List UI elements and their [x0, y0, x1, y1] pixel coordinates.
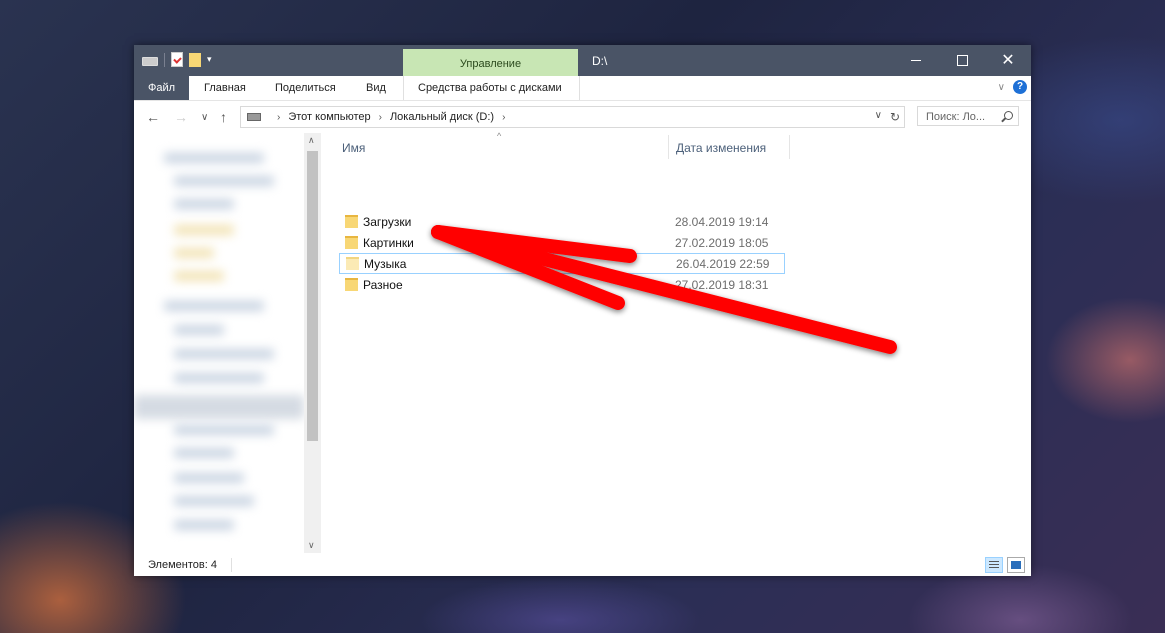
- file-name: Картинки: [363, 236, 414, 250]
- explorer-window: ▾ Управление D:\ ✕ Файл Главная Поделить…: [134, 45, 1031, 576]
- search-placeholder: Поиск: Ло...: [926, 111, 986, 123]
- breadcrumb-chevron-icon[interactable]: ›: [277, 112, 280, 123]
- maximize-button[interactable]: [939, 45, 985, 76]
- nav-item[interactable]: [174, 325, 224, 335]
- title-bar: ▾ Управление D:\ ✕: [134, 45, 1031, 76]
- view-switcher: [985, 557, 1025, 573]
- tab-file[interactable]: Файл: [134, 76, 189, 100]
- tab-share[interactable]: Поделиться: [261, 76, 350, 100]
- file-date: 27.02.2019 18:05: [675, 236, 769, 250]
- nav-item[interactable]: [174, 199, 234, 209]
- sort-ascending-icon: ^: [497, 131, 502, 141]
- nav-item[interactable]: [174, 448, 234, 458]
- properties-icon[interactable]: [171, 52, 183, 67]
- nav-item[interactable]: [174, 520, 234, 530]
- recent-locations-icon[interactable]: ∨: [201, 112, 208, 123]
- address-dropdown-icon[interactable]: ∨: [875, 110, 882, 121]
- scroll-down-icon[interactable]: ∨: [308, 540, 315, 551]
- file-date: 27.02.2019 18:31: [675, 278, 769, 292]
- file-name: Загрузки: [363, 215, 412, 229]
- help-icon[interactable]: ?: [1013, 80, 1027, 94]
- breadcrumb-chevron-icon[interactable]: ›: [502, 112, 505, 123]
- nav-item[interactable]: [174, 496, 254, 506]
- close-icon: ✕: [1001, 51, 1015, 69]
- file-row[interactable]: Разное 27.02.2019 18:31: [339, 275, 785, 295]
- nav-item[interactable]: [174, 176, 274, 186]
- nav-item[interactable]: [174, 473, 244, 483]
- nav-item-selected[interactable]: [134, 395, 304, 419]
- folder-icon: [346, 257, 359, 270]
- expand-ribbon-icon[interactable]: ∨: [998, 82, 1005, 93]
- nav-item[interactable]: [174, 248, 214, 258]
- nav-item[interactable]: [174, 425, 274, 435]
- breadcrumb-local-disk[interactable]: Локальный диск (D:): [390, 111, 494, 123]
- folder-icon: [345, 236, 358, 249]
- column-header-name[interactable]: Имя: [342, 141, 365, 155]
- file-name: Разное: [363, 278, 403, 292]
- file-date: 26.04.2019 22:59: [676, 257, 770, 271]
- refresh-icon: ↻: [889, 110, 901, 124]
- search-icon: [1004, 111, 1013, 120]
- column-divider[interactable]: [789, 135, 790, 159]
- folder-icon: [345, 278, 358, 291]
- close-button[interactable]: ✕: [985, 45, 1031, 76]
- nav-item[interactable]: [174, 349, 274, 359]
- item-count: Элементов: 4: [148, 559, 217, 571]
- scrollbar-thumb[interactable]: [307, 151, 318, 441]
- quick-access-toolbar: ▾: [142, 52, 212, 67]
- breadcrumb-this-pc[interactable]: Этот компьютер: [288, 111, 370, 123]
- maximize-icon: [956, 55, 968, 66]
- customize-qat-icon[interactable]: ▾: [207, 54, 212, 65]
- breadcrumb-chevron-icon[interactable]: ›: [379, 112, 382, 123]
- file-date: 28.04.2019 19:14: [675, 215, 769, 229]
- nav-item[interactable]: [164, 301, 264, 311]
- file-row[interactable]: Картинки 27.02.2019 18:05: [339, 233, 785, 253]
- status-bar: Элементов: 4: [134, 554, 1031, 576]
- file-name: Музыка: [364, 257, 407, 271]
- manage-context-tab[interactable]: Управление: [403, 49, 578, 76]
- minimize-button[interactable]: [893, 45, 939, 76]
- ribbon-controls: ∨ ?: [998, 80, 1027, 94]
- tab-home[interactable]: Главная: [190, 76, 260, 100]
- file-row[interactable]: Загрузки 28.04.2019 19:14: [339, 212, 785, 232]
- nav-item[interactable]: [164, 153, 264, 163]
- scroll-up-icon[interactable]: ∧: [308, 135, 315, 146]
- qat-divider: [164, 52, 165, 67]
- tab-drive-tools[interactable]: Средства работы с дисками: [403, 76, 580, 100]
- minimize-icon: [911, 60, 921, 61]
- navigation-bar: ← → ∨ ↑ › Этот компьютер › Локальный дис…: [134, 101, 1031, 133]
- window-controls: ✕: [893, 45, 1031, 76]
- up-arrow-icon[interactable]: ↑: [220, 109, 227, 125]
- file-list: ^ Имя Дата изменения Загрузки 28.04.2019…: [321, 131, 1031, 553]
- search-input[interactable]: Поиск: Ло...: [917, 106, 1019, 126]
- nav-pane-scrollbar[interactable]: ∧ ∨: [304, 133, 321, 553]
- nav-item[interactable]: [174, 373, 264, 383]
- address-bar[interactable]: › Этот компьютер › Локальный диск (D:) ›…: [240, 106, 905, 128]
- column-header-date[interactable]: Дата изменения: [676, 141, 766, 155]
- file-row-focused[interactable]: Музыка 26.04.2019 22:59: [339, 253, 785, 274]
- drive-icon[interactable]: [142, 57, 158, 66]
- navigation-pane[interactable]: [134, 133, 320, 553]
- computer-drive-icon: [247, 113, 261, 121]
- window-title: D:\: [592, 54, 608, 68]
- nav-item[interactable]: [174, 271, 224, 281]
- refresh-button[interactable]: ↻: [886, 106, 905, 128]
- back-arrow-icon[interactable]: ←: [146, 109, 160, 125]
- status-divider: [231, 558, 232, 572]
- forward-arrow-icon[interactable]: →: [174, 109, 188, 125]
- column-divider[interactable]: [668, 135, 669, 159]
- tab-view[interactable]: Вид: [352, 76, 400, 100]
- details-view-icon[interactable]: [985, 557, 1003, 573]
- large-icons-view-icon[interactable]: [1007, 557, 1025, 573]
- folder-icon: [345, 215, 358, 228]
- new-folder-icon[interactable]: [189, 52, 201, 67]
- ribbon-tabs: Файл Главная Поделиться Вид Средства раб…: [134, 76, 1031, 101]
- nav-item[interactable]: [174, 225, 234, 235]
